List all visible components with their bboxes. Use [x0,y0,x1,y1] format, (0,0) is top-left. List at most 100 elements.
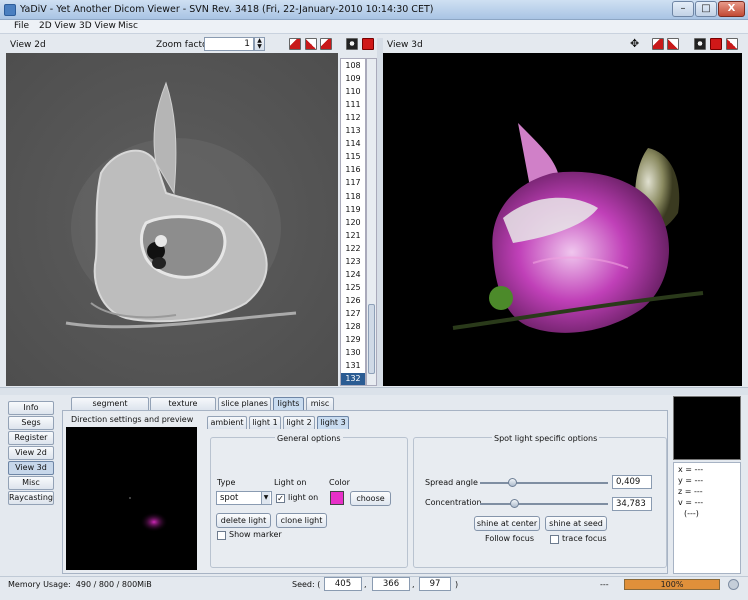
move-icon[interactable]: ✥ [630,38,639,49]
shine-at-center-button[interactable]: shine at center [474,516,540,531]
seed-x-field[interactable]: 405 [324,577,362,591]
seed-sep-2: , [412,580,415,589]
view2d-canvas[interactable] [6,53,338,386]
tab-ambient[interactable]: ambient [207,416,247,429]
slice-item[interactable]: 119 [341,204,365,216]
slice-item[interactable]: 132 [341,373,365,386]
type-select-value: spot [220,493,239,503]
menu-2d-view[interactable]: 2D View [37,21,78,31]
cube-reset-icon[interactable] [320,38,332,50]
tab-segment-rendering[interactable]: segment rendering [71,397,149,420]
choose-color-button[interactable]: choose [350,491,391,506]
menu-misc[interactable]: Misc [116,21,140,31]
view3d-canvas[interactable] [383,53,742,386]
slice-item[interactable]: 125 [341,282,365,294]
type-select[interactable]: spot ▼ [216,491,272,505]
tab-light-3[interactable]: light 3 [317,416,349,429]
sidebar-info[interactable]: Info [8,401,54,415]
slice-item[interactable]: 121 [341,230,365,242]
maximize-button[interactable]: □ [695,1,717,17]
slice-item[interactable]: 118 [341,191,365,203]
seed-z-field[interactable]: 97 [419,577,451,591]
tab-light-1[interactable]: light 1 [249,416,281,429]
slice-item[interactable]: 117 [341,177,365,189]
slice-item[interactable]: 128 [341,321,365,333]
coord-extra: (---) [684,509,699,518]
cube-view-icon[interactable] [289,38,301,50]
slice-item[interactable]: 108 [341,60,365,72]
show-marker-checkbox[interactable] [217,531,226,540]
sidebar-segs[interactable]: Segs [8,416,54,430]
spread-angle-label: Spread angle [425,478,478,487]
close-button[interactable]: X [718,1,745,17]
coord-v: v = --- [678,498,704,507]
slice-list[interactable]: 108 109 110 111 112 113 114 115 116 117 118 119 120 1… [340,58,366,386]
cube-rotate-3d-icon[interactable] [667,38,679,50]
concentration-slider[interactable] [510,499,519,508]
clone-light-button[interactable]: clone light [276,513,327,528]
sidebar-register[interactable]: Register [8,431,54,445]
cube-rotate-icon[interactable] [305,38,317,50]
menu-file[interactable]: File [12,21,31,31]
sidebar-misc[interactable]: Misc [8,476,54,490]
slice-item[interactable]: 116 [341,164,365,176]
general-options-title: General options [275,434,343,443]
view2d-label: View 2d [10,40,46,50]
slice-item[interactable]: 113 [341,125,365,137]
menu-3d-view[interactable]: 3D View [77,21,118,31]
slice-item[interactable]: 114 [341,138,365,150]
concentration-track[interactable] [480,503,608,505]
spot-options-title: Spot light specific options [492,434,600,443]
tab-texture-renderer[interactable]: texture renderer [150,397,216,420]
render-icon[interactable] [726,38,738,50]
minimize-button[interactable]: – [672,1,694,17]
status-indicator-icon[interactable] [728,579,739,590]
horizontal-splitter[interactable] [0,387,748,395]
sidebar-view3d[interactable]: View 3d [8,461,54,475]
slice-item[interactable]: 122 [341,243,365,255]
delete-light-button[interactable]: delete light [216,513,271,528]
slice-item[interactable]: 129 [341,334,365,346]
spread-angle-track[interactable] [480,482,608,484]
spread-angle-slider[interactable] [508,478,517,487]
memory-usage: Memory Usage: 490 / 800 / 800MiB [8,580,152,589]
light-direction-preview[interactable] [66,427,197,570]
slice-item[interactable]: 111 [341,99,365,111]
head-icon[interactable] [346,38,358,50]
light-on-checkbox[interactable]: ✓ [276,494,285,503]
slice-item[interactable]: 110 [341,86,365,98]
slice-item[interactable]: 127 [341,308,365,320]
slice-scrollbar[interactable] [366,58,377,386]
spread-angle-field[interactable]: 0,409 [612,475,652,489]
slice-item[interactable]: 109 [341,73,365,85]
red-marker-icon[interactable] [362,38,374,50]
coord-x: x = --- [678,465,704,474]
red-marker-3d-icon[interactable] [710,38,722,50]
zoom-input[interactable]: 1 [204,37,254,51]
trace-focus-checkbox[interactable] [550,535,559,544]
tab-light-2[interactable]: light 2 [283,416,315,429]
slice-item[interactable]: 131 [341,360,365,372]
tab-lights[interactable]: lights [273,397,304,410]
slice-item[interactable]: 130 [341,347,365,359]
slice-item[interactable]: 120 [341,217,365,229]
tab-slice-planes[interactable]: slice planes [218,397,271,410]
seed-y-field[interactable]: 366 [372,577,410,591]
sidebar-raycasting[interactable]: Raycasting [8,491,54,505]
slice-item[interactable]: 115 [341,151,365,163]
tab-misc[interactable]: misc [306,397,334,410]
head-3d-icon[interactable] [694,38,706,50]
seed-label: Seed: ( [292,580,321,589]
slice-scroll-thumb[interactable] [368,304,375,374]
slice-item[interactable]: 112 [341,112,365,124]
shine-at-seed-button[interactable]: shine at seed [545,516,607,531]
sidebar-view2d[interactable]: View 2d [8,446,54,460]
color-swatch[interactable] [330,491,344,505]
overview-thumbnail[interactable] [673,396,741,460]
cube-view-3d-icon[interactable] [652,38,664,50]
concentration-field[interactable]: 34,783 [612,497,652,511]
slice-item[interactable]: 126 [341,295,365,307]
slice-item[interactable]: 123 [341,256,365,268]
zoom-spinner[interactable]: ▲ ▼ [254,37,265,51]
slice-item[interactable]: 124 [341,269,365,281]
